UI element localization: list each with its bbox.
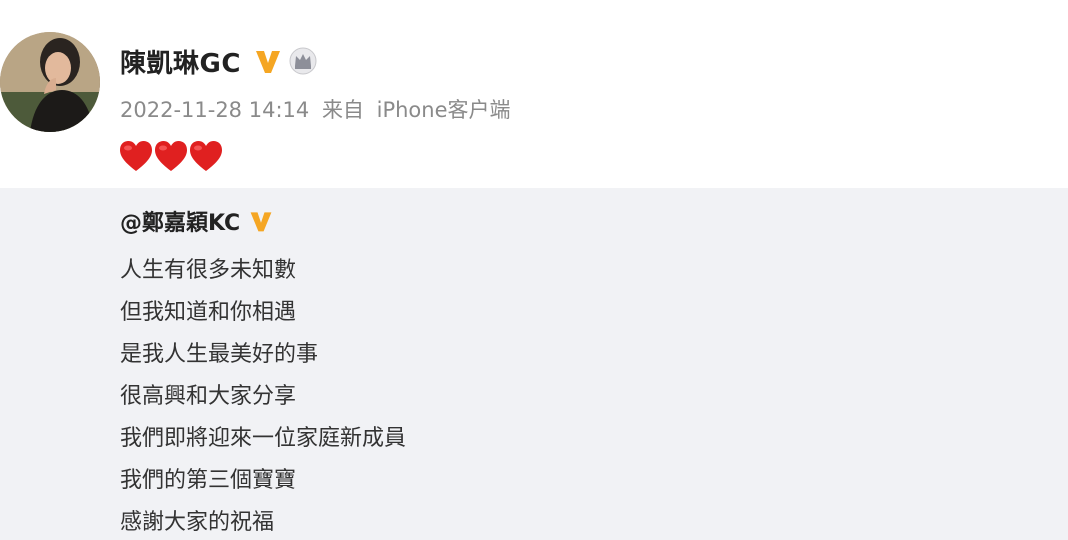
source-device: iPhone客户端 [376,98,511,122]
verified-badge-icon[interactable] [253,46,283,76]
repost-text: 人生有很多未知數 但我知道和你相遇 是我人生最美好的事 很高興和大家分享 我們即… [120,250,406,540]
repost-text-line: 是我人生最美好的事 [120,342,319,367]
repost-text-line: 我們即將迎來一位家庭新成員 [120,426,407,451]
source-label: 来自 [321,98,364,122]
author-name[interactable]: 陳凱琳GC [120,43,241,80]
avatar[interactable] [0,32,100,132]
heart-emoji-icon [155,141,187,171]
weibo-post: 陳凱琳GC 2022-11-28 14:14 来自 iPhone客户端 @鄭嘉穎… [0,0,1068,540]
author-row: 陳凱琳GC [120,40,317,82]
crown-icon[interactable] [289,47,317,75]
repost-text-line: 我們的第三個寶寶 [120,468,297,493]
post-timestamp[interactable]: 2022-11-28 14:14 [120,98,309,122]
post-content-emoji [118,139,223,173]
repost-author-row: @鄭嘉穎KC [120,204,274,238]
reposted-content[interactable]: @鄭嘉穎KC 人生有很多未知數 但我知道和你相遇 是我人生最美好的事 很高興和大… [0,188,1068,540]
verified-badge-icon[interactable] [248,208,274,234]
repost-text-line: 但我知道和你相遇 [120,300,297,325]
repost-text-line: 很高興和大家分享 [120,384,297,409]
post-meta: 2022-11-28 14:14 来自 iPhone客户端 [120,94,511,124]
avatar-photo [0,32,100,132]
repost-author-mention[interactable]: @鄭嘉穎KC [120,205,240,237]
heart-emoji-icon [120,141,152,171]
heart-emoji-icon [190,141,222,171]
repost-text-line: 感謝大家的祝福 [120,510,275,535]
repost-text-line: 人生有很多未知數 [120,258,297,283]
